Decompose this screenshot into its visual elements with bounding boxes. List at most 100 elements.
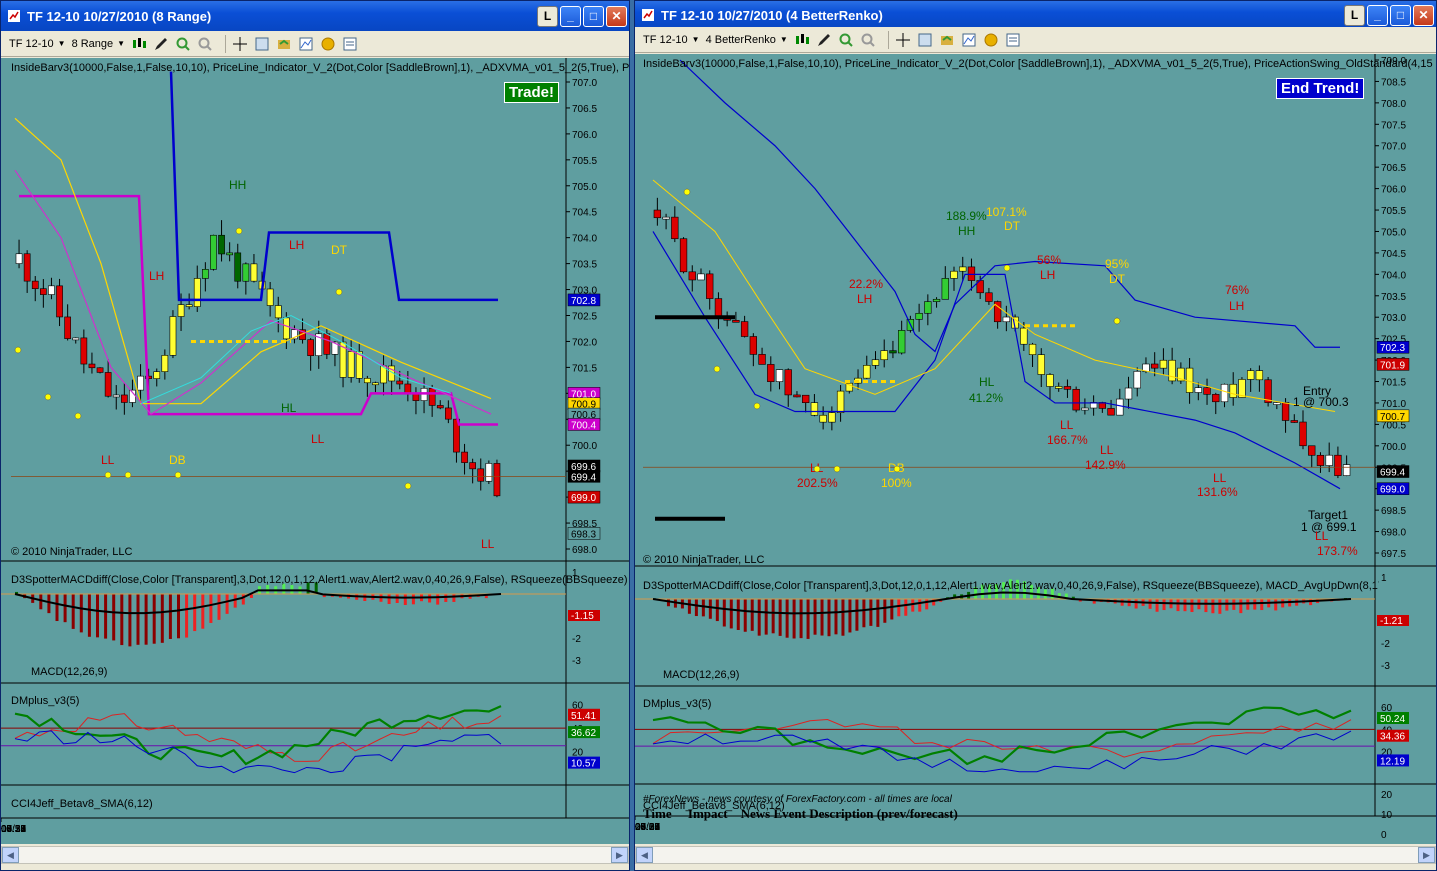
- crosshair-icon[interactable]: [895, 32, 911, 48]
- macd-histogram-bar: [403, 594, 407, 605]
- left-chart-window[interactable]: TF 12-10 10/27/2010 (8 Range) L _ □ ✕ TF…: [0, 0, 630, 871]
- left-close-button[interactable]: ✕: [606, 5, 627, 27]
- right-minimize-button[interactable]: _: [1367, 4, 1388, 26]
- draw-pencil-icon[interactable]: [153, 36, 169, 52]
- right-horizontal-scrollbar[interactable]: ◀ ▶: [635, 846, 1436, 864]
- right-chart-canvas[interactable]: 709.0708.5708.0707.5707.0706.5706.0705.5…: [635, 54, 1437, 846]
- right-instrument-select[interactable]: TF 12-10 ▼: [643, 34, 700, 46]
- price-tag-label: 701.9: [1380, 360, 1405, 371]
- left-period-select[interactable]: 8 Range ▼: [72, 38, 126, 50]
- candle-body: [1072, 388, 1080, 411]
- scroll-right-icon[interactable]: ▶: [1418, 847, 1435, 863]
- candle-body: [1168, 359, 1176, 382]
- candlestick-style-icon[interactable]: [131, 36, 147, 52]
- right-maximize-button[interactable]: □: [1390, 4, 1411, 26]
- left-title-bar[interactable]: TF 12-10 10/27/2010 (8 Range) L _ □ ✕: [1, 1, 629, 31]
- properties-coin-icon[interactable]: [983, 32, 999, 48]
- toolbar-separator: [225, 34, 227, 53]
- macd-histogram-bar: [701, 599, 705, 617]
- macd-histogram-bar: [1148, 599, 1152, 609]
- properties-coin-icon[interactable]: [320, 36, 336, 52]
- candle-body: [307, 339, 315, 357]
- candle-body: [1107, 408, 1115, 416]
- candle-body: [104, 372, 112, 397]
- candle-body: [1220, 383, 1229, 403]
- moving-average-magenta: [14, 169, 492, 415]
- right-close-button[interactable]: ✕: [1413, 4, 1434, 26]
- candle-body: [396, 380, 404, 385]
- indicators-icon[interactable]: [961, 32, 977, 48]
- zoom-out-icon[interactable]: [860, 32, 876, 48]
- left-maximize-button[interactable]: □: [583, 5, 604, 27]
- macd-histogram-bar: [87, 594, 91, 637]
- data-box-icon[interactable]: [917, 32, 933, 48]
- candle-body: [210, 234, 217, 270]
- price-tick-label: 704.0: [572, 234, 597, 245]
- candle-body: [363, 378, 371, 384]
- macd-histogram-bar: [771, 599, 775, 634]
- candle-body: [23, 253, 31, 282]
- swing-annotation: DB: [169, 453, 186, 467]
- candle-body: [1028, 343, 1037, 355]
- scroll-left-icon[interactable]: ◀: [636, 847, 653, 863]
- right-chart-window[interactable]: TF 12-10 10/27/2010 (4 BetterRenko) L _ …: [634, 0, 1437, 871]
- swing-annotation: 188.9%: [946, 209, 987, 223]
- candle-body: [485, 463, 493, 482]
- macd-histogram-bar: [890, 599, 894, 620]
- dm-value-label: 50.24: [1380, 714, 1405, 725]
- left-chart-area[interactable]: 707.0 706.5 706.0 705.5 705.0 704.5 704.0 703.5…: [1, 58, 629, 844]
- price-tick-label: 703.5: [572, 260, 597, 271]
- right-end-trend-badge: End Trend!: [1276, 78, 1365, 99]
- left-horizontal-scrollbar[interactable]: ◀ ▶: [1, 846, 629, 864]
- macd-histogram-bar: [750, 599, 754, 631]
- swing-annotation: 131.6%: [1197, 485, 1238, 499]
- chart-app-icon: [8, 10, 20, 22]
- right-title-bar[interactable]: TF 12-10 10/27/2010 (4 BetterRenko) L _ …: [635, 1, 1436, 29]
- right-label-button[interactable]: L: [1344, 4, 1365, 26]
- indicators-icon[interactable]: [298, 36, 314, 52]
- left-label-button[interactable]: L: [537, 5, 558, 27]
- zoom-out-icon[interactable]: [197, 36, 213, 52]
- left-minimize-button[interactable]: _: [560, 5, 581, 27]
- right-toolbar: TF 12-10 ▼ 4 BetterRenko ▼: [635, 27, 1436, 53]
- candle-body: [121, 394, 128, 403]
- chart-properties-icon[interactable]: [342, 36, 358, 52]
- scroll-left-icon[interactable]: ◀: [2, 847, 19, 863]
- signal-dot: [713, 365, 721, 373]
- chart-properties-icon[interactable]: [1005, 32, 1021, 48]
- right-news-header: Time Impact News Event Description (prev…: [643, 806, 958, 821]
- price-tick-label: 700.0: [1381, 442, 1406, 453]
- candle-body: [96, 367, 104, 373]
- zoom-in-icon[interactable]: [175, 36, 191, 52]
- right-period-select[interactable]: 4 BetterRenko ▼: [706, 34, 788, 46]
- candlestick-style-icon[interactable]: [794, 32, 810, 48]
- left-instrument-select[interactable]: TF 12-10 ▼: [9, 38, 66, 50]
- candle-body: [112, 394, 120, 398]
- strategy-icon[interactable]: [939, 32, 955, 48]
- crosshair-icon[interactable]: [232, 36, 248, 52]
- scroll-right-icon[interactable]: ▶: [611, 847, 628, 863]
- macd-histogram-bar: [104, 594, 108, 639]
- macd-histogram-bar: [452, 594, 456, 602]
- draw-pencil-icon[interactable]: [816, 32, 832, 48]
- price-tick-label: 704.5: [1381, 249, 1406, 260]
- candle-body: [72, 337, 80, 341]
- candle-body: [185, 304, 193, 307]
- candle-body: [758, 354, 766, 365]
- macd-histogram-bar: [722, 599, 726, 627]
- candle-body: [1133, 371, 1141, 389]
- data-box-icon[interactable]: [254, 36, 270, 52]
- price-tick-label: 697.5: [1381, 549, 1406, 560]
- zoom-in-icon[interactable]: [838, 32, 854, 48]
- swing-annotation: HL: [979, 375, 995, 389]
- left-indicator-label: InsideBarv3(10000,False,1,False,10,10), …: [11, 62, 629, 74]
- right-chart-area[interactable]: 709.0 708.5 708.0 707.5 707.0 706.5 706.0 705.5…: [635, 54, 1436, 844]
- signal-dot: [1003, 264, 1011, 272]
- strategy-icon[interactable]: [276, 36, 292, 52]
- right-copyright: © 2010 NinjaTrader, LLC: [643, 554, 765, 566]
- price-tag-label: 700.7: [1380, 412, 1405, 423]
- macd-histogram-bar: [694, 599, 698, 617]
- left-chart-canvas[interactable]: 707.0 706.5 706.0 705.5 705.0 704.5 704.0 703.5…: [1, 58, 630, 846]
- candle-body: [193, 278, 201, 307]
- candle-body: [15, 253, 23, 264]
